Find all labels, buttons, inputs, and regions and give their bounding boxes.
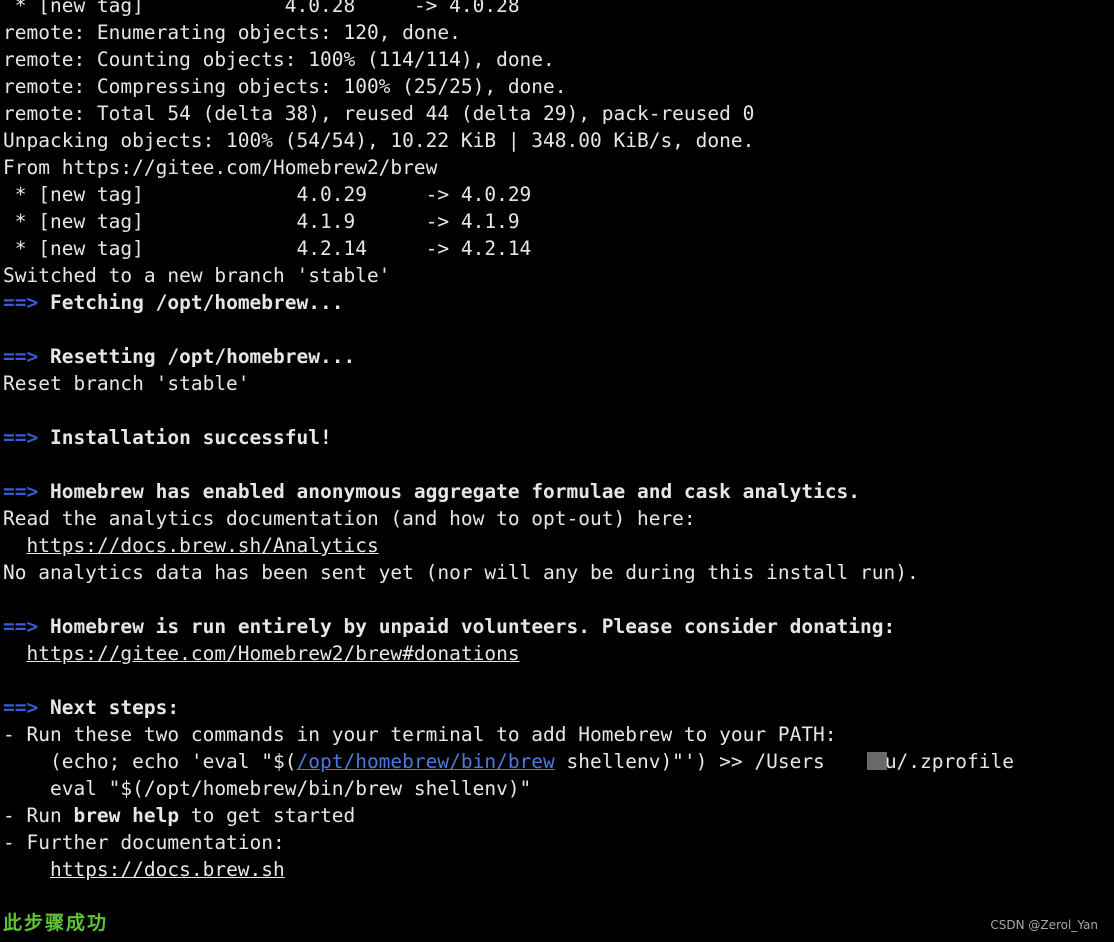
terminal-line-remote-counting: remote: Counting objects: 100% (114/114)… [3,48,555,71]
terminal-line-donate-link: https://gitee.com/Homebrew2/brew#donatio… [3,640,1111,667]
success-note: 此步骤成功 [3,912,109,934]
run-help-suffix: to get started [179,804,356,827]
brew-path-link[interactable]: /opt/homebrew/bin/brew [297,750,555,773]
terminal-line-remote-total: remote: Total 54 (delta 38), reused 44 (… [3,102,755,125]
arrow-prompt: ==> [3,615,39,638]
command-echo-suffix: u/.zprofile [884,750,1014,773]
terminal-line-from: From https://gitee.com/Homebrew2/brew [3,156,438,179]
redaction-block [866,752,887,770]
terminal-line-fetching: ==> Fetching /opt/homebrew... [3,289,1111,316]
terminal-line-tag: * [new tag] 4.0.29 -> 4.0.29 [3,183,532,206]
terminal-line-donate-heading: ==> Homebrew is run entirely by unpaid v… [3,613,1111,640]
terminal-line-docs-link: https://docs.brew.sh [3,856,1111,883]
install-success-text: Installation successful! [38,426,332,449]
terminal-line-further-docs: - Further documentation: [3,831,285,854]
analytics-link[interactable]: https://docs.brew.sh/Analytics [26,534,378,557]
arrow-prompt: ==> [3,426,39,449]
terminal-line-analytics-heading: ==> Homebrew has enabled anonymous aggre… [3,478,1111,505]
terminal-line-analytics-read: Read the analytics documentation (and ho… [3,507,696,530]
terminal-line-partial: * [new tag] 4.0.28 -> 4.0.28 [3,0,520,17]
terminal-line-command-echo: (echo; echo 'eval "$(/opt/homebrew/bin/b… [3,748,1111,775]
csdn-watermark: CSDN @Zerol_Yan [990,918,1098,932]
terminal-line-tag: * [new tag] 4.2.14 -> 4.2.14 [3,237,532,260]
command-echo-prefix: (echo; echo 'eval "$( [3,750,297,773]
terminal-line-run-help: - Run brew help to get started [3,802,1111,829]
terminal-line-switched: Switched to a new branch 'stable' [3,264,391,287]
next-steps-text: Next steps: [38,696,180,719]
terminal-line-unpacking: Unpacking objects: 100% (54/54), 10.22 K… [3,129,755,152]
terminal-line-next-steps: ==> Next steps: [3,694,1111,721]
analytics-heading-text: Homebrew has enabled anonymous aggregate… [38,480,861,503]
terminal-line-resetting: ==> Resetting /opt/homebrew... [3,343,1111,370]
fetching-text: Fetching /opt/homebrew... [38,291,344,314]
donations-link[interactable]: https://gitee.com/Homebrew2/brew#donatio… [26,642,519,665]
terminal-line-run-two: - Run these two commands in your termina… [3,723,837,746]
arrow-prompt: ==> [3,345,39,368]
terminal-line-command-eval: eval "$(/opt/homebrew/bin/brew shellenv)… [3,777,532,800]
terminal-line-analytics-link: https://docs.brew.sh/Analytics [3,532,1111,559]
terminal-line-reset-branch: Reset branch 'stable' [3,372,250,395]
docs-link[interactable]: https://docs.brew.sh [50,858,285,881]
terminal-output: * [new tag] 4.0.28 -> 4.0.28 remote: Enu… [3,0,1111,937]
terminal-line-install-success: ==> Installation successful! [3,424,1111,451]
command-echo-middle: shellenv)"') >> /Users [554,750,825,773]
arrow-prompt: ==> [3,291,39,314]
terminal-line-analytics-none: No analytics data has been sent yet (nor… [3,561,919,584]
arrow-prompt: ==> [3,480,39,503]
donate-heading-text: Homebrew is run entirely by unpaid volun… [38,615,896,638]
run-help-command: brew help [73,804,180,827]
resetting-text: Resetting /opt/homebrew... [38,345,356,368]
arrow-prompt: ==> [3,696,39,719]
run-help-prefix: - Run [3,804,74,827]
terminal-line-remote-compressing: remote: Compressing objects: 100% (25/25… [3,75,567,98]
terminal-line-remote-enumerating: remote: Enumerating objects: 120, done. [3,21,461,44]
terminal-line-tag: * [new tag] 4.1.9 -> 4.1.9 [3,210,520,233]
